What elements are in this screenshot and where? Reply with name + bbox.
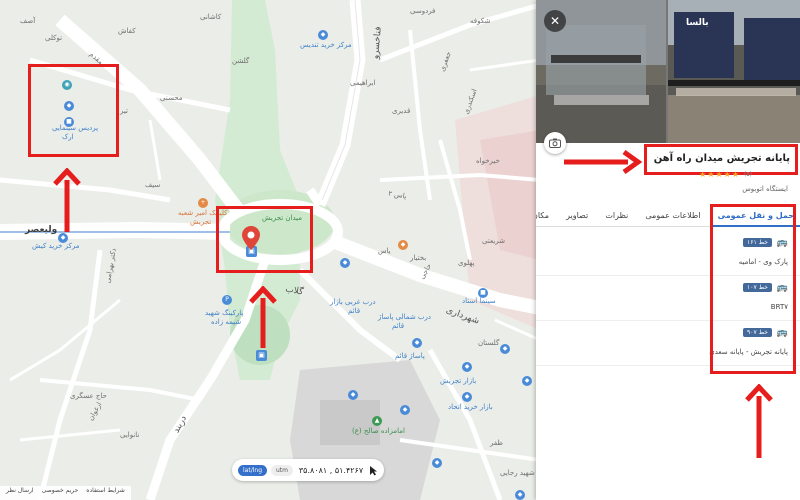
latlng-toggle-button[interactable]: lat/lng xyxy=(238,464,267,476)
label-ferdowsi: فردوسی xyxy=(410,7,436,15)
label-asef: آصف xyxy=(20,17,36,25)
mosque-poi-icon[interactable]: ▲ xyxy=(372,416,382,426)
cursor-pointer-icon[interactable] xyxy=(369,465,378,476)
privacy-link[interactable]: حریم خصوصی xyxy=(42,487,79,499)
cinema-ostad-poi-icon[interactable]: ■ xyxy=(478,288,488,298)
coordinate-bar: lat/lng utm ۳۵.۸۰۸۱ , ۵۱.۴۲۶۷ xyxy=(232,459,384,481)
label-mohsen: محسنی xyxy=(160,94,183,102)
label-shariati: شریعتی xyxy=(482,237,505,245)
pasaj-poi-icon[interactable]: ◆ xyxy=(412,338,422,348)
shop-poi-icon-4[interactable]: ◆ xyxy=(348,390,358,400)
label-shopping-tandis: مرکز خرید تندیس xyxy=(300,41,352,49)
label-clinic-2: تجریش xyxy=(190,218,212,226)
label-shomali-bazaar-2: قائم xyxy=(392,322,405,330)
label-cinema-ostad: سینما استاد xyxy=(462,297,496,305)
annotation-arrow-up-icon-2 xyxy=(249,286,277,348)
label-golsha: گلشن xyxy=(232,57,250,65)
parking-poi-icon[interactable]: P xyxy=(222,295,232,305)
annotation-box-cinema xyxy=(28,64,119,157)
label-kheyrkhah: خیرخواه xyxy=(476,157,500,165)
rating-count: (۵) xyxy=(744,171,752,178)
annotation-arrow-right-icon xyxy=(564,150,642,174)
etehad-poi-icon[interactable]: ◆ xyxy=(462,392,472,402)
tab-nearby-places[interactable]: مکان‌های xyxy=(536,204,555,227)
label-pahlavi: پهلوی xyxy=(458,259,475,267)
shopping-kish-poi-icon[interactable]: ◆ xyxy=(58,233,68,243)
label-gharbi-bazaar-2: قائم xyxy=(348,307,361,315)
place-details-panel: بالسا ✕ پایانه تجریش میدان راه آهن ★★★★★… xyxy=(536,0,800,500)
label-kafash: کفاش xyxy=(118,27,136,35)
label-shohada-parking-2: شیمه زاده xyxy=(211,318,242,326)
billboard-text: بالسا xyxy=(686,18,709,28)
shop-poi-icon-6[interactable]: ◆ xyxy=(515,490,525,500)
annotation-box-routes xyxy=(710,204,796,374)
shop-poi-icon-2[interactable]: ◆ xyxy=(522,376,532,386)
label-tavakoli: توکلی xyxy=(45,34,63,42)
shop-poi-icon-3[interactable]: ◆ xyxy=(400,405,410,415)
clinic-poi-icon[interactable]: + xyxy=(198,198,208,208)
label-bakhtiar: بختیار xyxy=(410,254,427,262)
label-nanvaei: نانوایی xyxy=(120,431,140,439)
camera-icon xyxy=(549,138,561,148)
label-shokoufeh: شکوفه xyxy=(470,17,491,25)
tab-photos[interactable]: تصاویر xyxy=(560,204,594,227)
annotation-arrow-up-icon xyxy=(53,168,81,232)
label-imamzadeh: امامزاده صالح (ع) xyxy=(352,427,405,435)
bazaar-poi-icon[interactable]: ◆ xyxy=(340,258,350,268)
label-bazaar-tajrish: بازار تجریش xyxy=(440,377,477,385)
label-kashani: کاشانی xyxy=(200,13,222,21)
place-photo-gallery[interactable]: بالسا ✕ xyxy=(536,0,800,143)
label-yas-street: یاس xyxy=(378,247,391,255)
shop-poi-icon[interactable]: ◆ xyxy=(500,344,510,354)
label-seif: سیف xyxy=(145,181,161,189)
label-ebrahimi: ابراهیمی xyxy=(350,79,376,87)
label-etehad-shopping: بازار خرید اتحاد xyxy=(448,403,493,411)
tab-reviews[interactable]: نظرات xyxy=(599,204,634,227)
map-canvas[interactable]: پردیس سینمایی ارک مرکز خرید تندیس میدان … xyxy=(0,0,540,500)
label-hajeskandar: حاج عسگری xyxy=(70,392,107,400)
label-shomali-bazaar: درب شمالی پاساژ xyxy=(378,313,432,321)
label-ghadiri: قدیری xyxy=(392,107,411,115)
bus-shelter-photo xyxy=(536,0,800,143)
label-tir: تیر xyxy=(120,107,128,115)
close-panel-button[interactable]: ✕ xyxy=(544,10,566,32)
bus-stop-icon[interactable]: ▣ xyxy=(256,350,267,361)
label-golestan: گلستان xyxy=(478,339,500,347)
tab-general-info[interactable]: اطلاعات عمومی xyxy=(639,204,706,227)
terms-link[interactable]: شرایط استفاده xyxy=(86,487,124,499)
label-gharbi-bazaar: درب غربی بازار xyxy=(330,298,376,306)
coordinate-value: ۳۵.۸۰۸۱ , ۵۱.۴۲۶۷ xyxy=(298,465,364,475)
label-shahid-rajaee: شهید رجایی xyxy=(500,469,535,477)
label-shohada-parking: پارکینگ شهید xyxy=(205,309,244,317)
annotation-arrow-up-icon-3 xyxy=(745,384,773,458)
rating-stars[interactable]: ★★★★★ xyxy=(699,170,740,179)
shop-poi-icon-5[interactable]: ◆ xyxy=(432,458,442,468)
annotation-box-bus-station xyxy=(216,206,313,273)
bazaar-tajrish-poi-icon[interactable]: ◆ xyxy=(462,362,472,372)
label-zafar: ظفر xyxy=(490,439,503,447)
label-pasaj-ghaem: پاساژ قائم xyxy=(395,352,425,360)
utm-toggle-button[interactable]: utm xyxy=(271,464,293,476)
label-shopping-kish: مرکز خرید کیش xyxy=(32,242,80,250)
place-type: ایستگاه اتوبوس xyxy=(742,185,788,193)
shopping-tandis-poi-icon[interactable]: ◆ xyxy=(318,30,328,40)
feedback-link[interactable]: ارسال نظر xyxy=(6,487,34,499)
attribution-bar: شرایط استفاده حریم خصوصی ارسال نظر xyxy=(0,486,131,500)
food-poi-icon[interactable]: ◆ xyxy=(398,240,408,250)
